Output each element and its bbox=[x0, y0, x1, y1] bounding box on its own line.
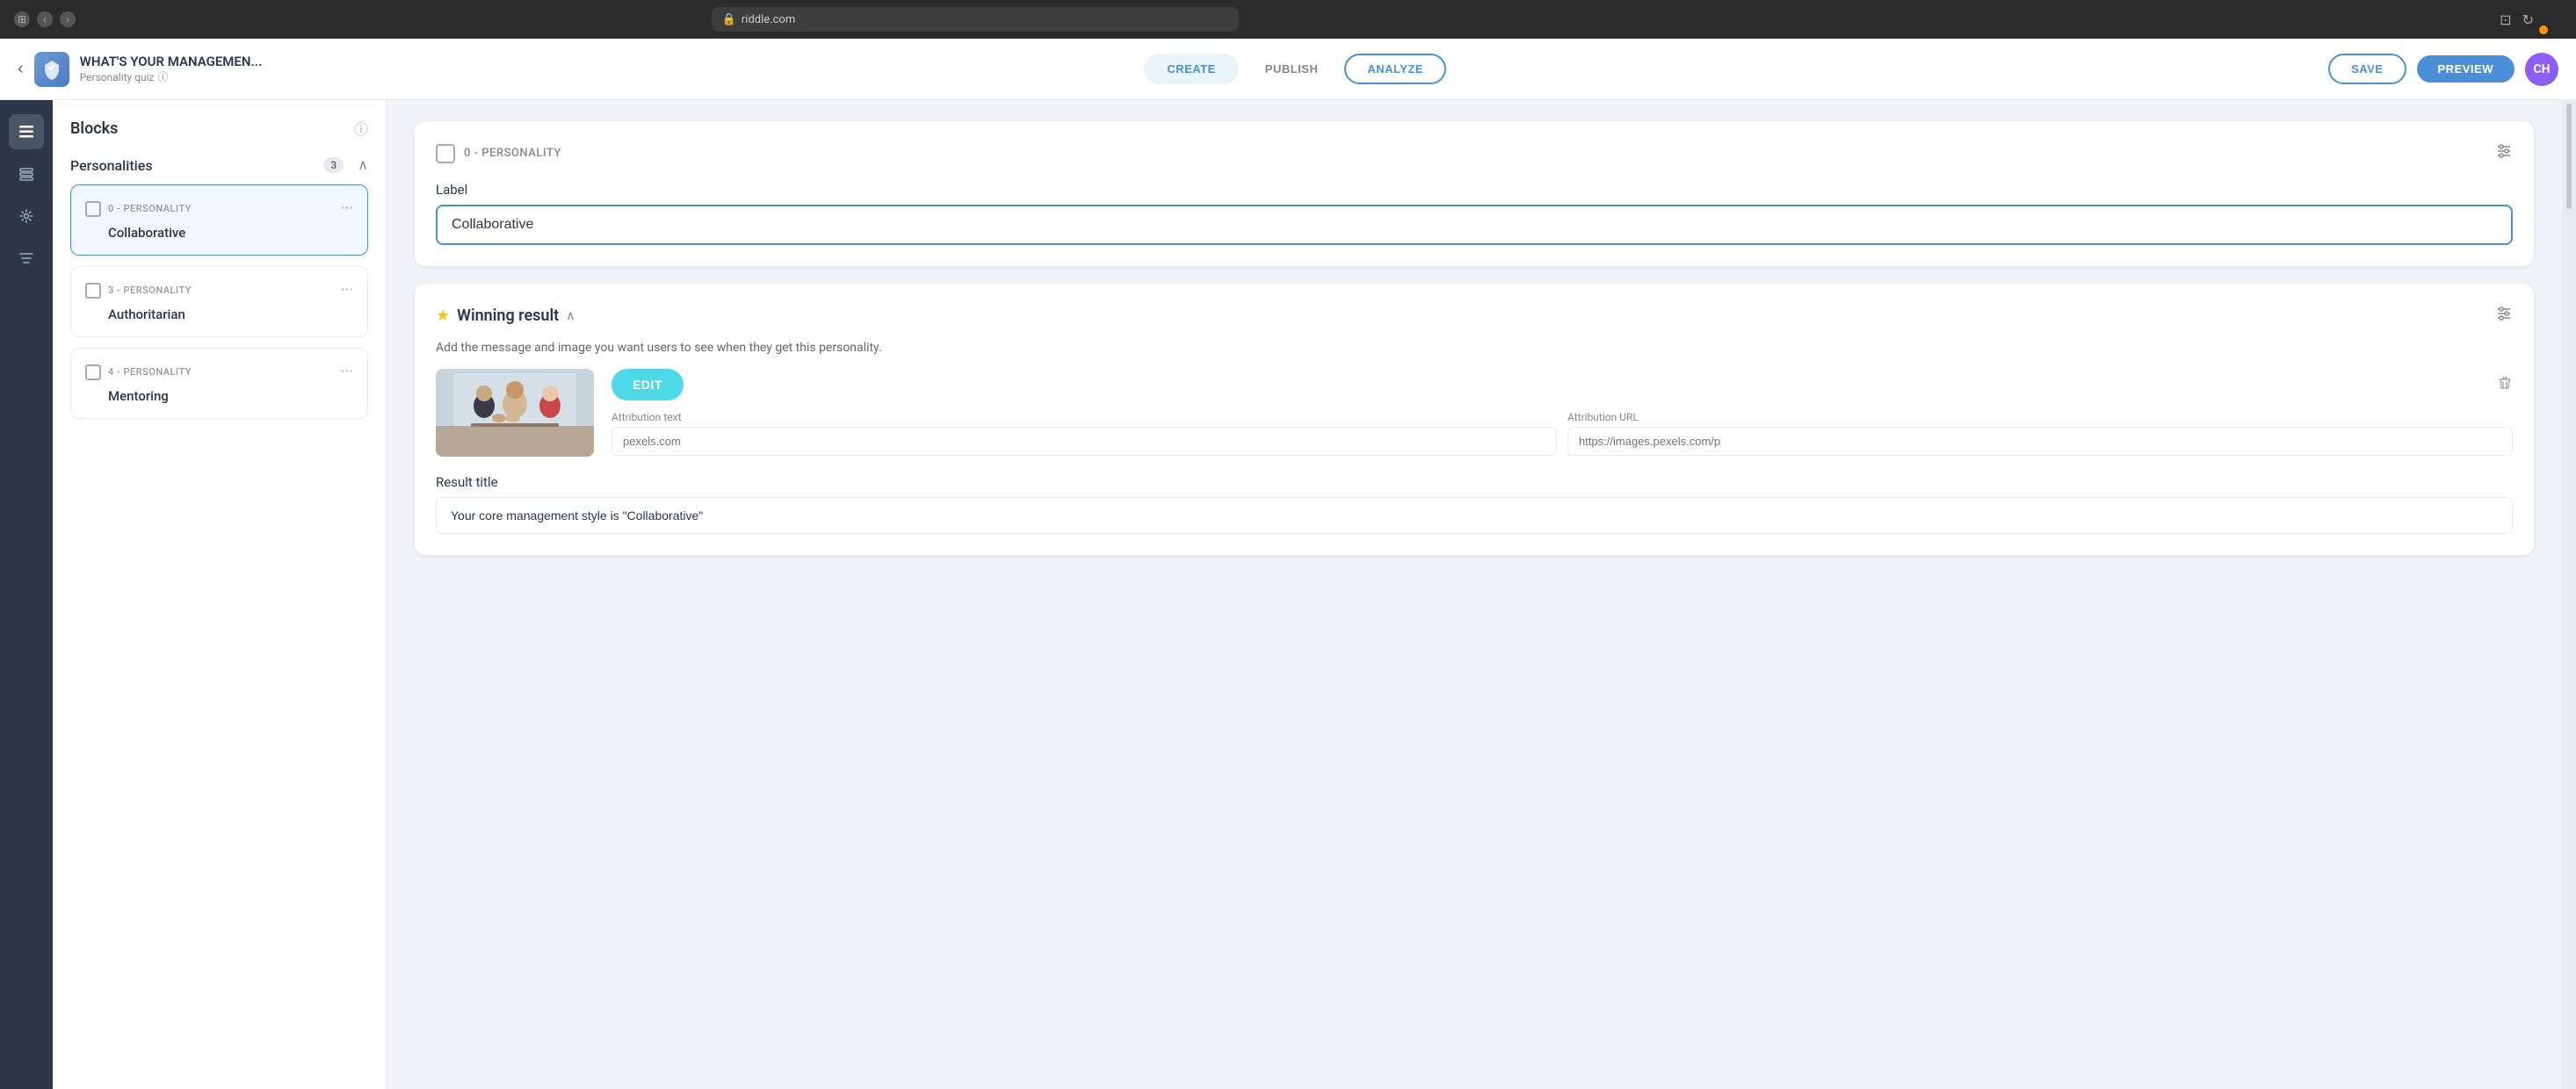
save-button[interactable]: SAVE bbox=[2328, 54, 2406, 84]
create-tab[interactable]: CREATE bbox=[1144, 54, 1238, 84]
browser-toolbar: ⊡ ↻ bbox=[2500, 11, 2534, 28]
scrollbar-thumb[interactable] bbox=[2566, 104, 2572, 209]
attribution-url-input[interactable] bbox=[1567, 427, 2513, 456]
header-title: WHAT'S YOUR MANAGEMEN... Personality qui… bbox=[80, 54, 263, 84]
card-label-mentoring: 4 - PERSONALITY bbox=[85, 364, 192, 380]
card-type-collaborative: 0 - PERSONALITY bbox=[108, 203, 192, 214]
nav-forward-btn[interactable]: › bbox=[60, 11, 76, 27]
header-nav: CREATE PUBLISH ANALYZE bbox=[1144, 54, 1446, 84]
collapse-section-button[interactable]: ∧ bbox=[358, 156, 368, 174]
sidebar-toggle-btn[interactable]: ⊞ bbox=[14, 11, 30, 27]
card-type-authoritarian: 3 - PERSONALITY bbox=[108, 285, 192, 296]
blocks-title: Blocks bbox=[70, 119, 118, 138]
card-label: 0 - PERSONALITY bbox=[85, 201, 192, 217]
app-header: ‹ WHAT'S YOUR MANAGEMEN... Personality q… bbox=[0, 39, 2576, 100]
winning-result-card: ★ Winning result ∧ Add the message and bbox=[415, 284, 2534, 555]
analyze-tab[interactable]: ANALYZE bbox=[1344, 54, 1446, 84]
block-square-icon bbox=[436, 144, 455, 163]
section-right: 3 ∧ bbox=[323, 156, 368, 174]
back-button[interactable]: ‹ bbox=[18, 59, 24, 79]
app-logo bbox=[34, 52, 69, 87]
card-header-mentoring: 4 - PERSONALITY ··· bbox=[85, 363, 353, 381]
star-icon: ★ bbox=[436, 307, 450, 325]
personality-block-card: 0 - PERSONALITY Label bbox=[415, 121, 2534, 266]
card-name-mentoring: Mentoring bbox=[85, 388, 353, 404]
winning-result-settings-icon[interactable] bbox=[2495, 305, 2513, 327]
personality-card-header: 0 - PERSONALITY bbox=[436, 142, 2513, 164]
card-square-auth-icon bbox=[85, 283, 101, 299]
winning-result-title: Winning result bbox=[457, 307, 559, 325]
avatar[interactable]: CH bbox=[2525, 53, 2558, 86]
attribution-text-label: Attribution text bbox=[611, 411, 1557, 423]
personality-card-authoritarian[interactable]: 3 - PERSONALITY ··· Authoritarian bbox=[70, 266, 368, 337]
card-name-collaborative: Collaborative bbox=[85, 225, 353, 241]
right-scrollbar bbox=[2562, 100, 2576, 1089]
card-menu-authoritarian[interactable]: ··· bbox=[341, 281, 353, 299]
sidebar-icons bbox=[0, 100, 53, 1089]
result-title-input[interactable] bbox=[436, 497, 2513, 534]
card-header-left: 0 - PERSONALITY bbox=[436, 144, 561, 163]
attribution-text-field: Attribution text bbox=[611, 411, 1557, 456]
image-section: EDIT Attribution text bbox=[436, 369, 2513, 457]
info-icon[interactable]: ⓘ bbox=[158, 69, 169, 84]
address-bar[interactable]: 🔒 riddle.com bbox=[712, 7, 1239, 32]
label-field-label: Label bbox=[436, 182, 2513, 198]
url-text: riddle.com bbox=[742, 13, 795, 26]
notification-dot bbox=[2539, 25, 2548, 34]
card-type-mentoring: 4 - PERSONALITY bbox=[108, 366, 192, 378]
blocks-info-icon[interactable]: ⓘ bbox=[354, 118, 368, 139]
publish-tab[interactable]: PUBLISH bbox=[1242, 54, 1342, 84]
card-header-collaborative: 0 - PERSONALITY ··· bbox=[85, 199, 353, 218]
card-header-authoritarian: 3 - PERSONALITY ··· bbox=[85, 281, 353, 299]
blocks-header: Blocks ⓘ bbox=[70, 118, 368, 139]
personality-label-input[interactable] bbox=[436, 205, 2513, 245]
card-name-authoritarian: Authoritarian bbox=[85, 307, 353, 322]
block-label: 0 - PERSONALITY bbox=[464, 147, 561, 160]
main-layout: Blocks ⓘ Personalities 3 ∧ 0 - PERSONALI… bbox=[0, 100, 2576, 1089]
quiz-title: WHAT'S YOUR MANAGEMEN... bbox=[80, 54, 263, 69]
sidebar-layers-icon[interactable] bbox=[9, 156, 44, 191]
browser-chrome: ⊞ ‹ › 🔒 riddle.com ⊡ ↻ bbox=[0, 0, 2576, 39]
attribution-text-input[interactable] bbox=[611, 427, 1557, 456]
personality-settings-icon[interactable] bbox=[2495, 142, 2513, 164]
card-label-auth: 3 - PERSONALITY bbox=[85, 283, 192, 299]
sidebar-blocks-icon[interactable] bbox=[9, 114, 44, 149]
attribution-url-field: Attribution URL bbox=[1567, 411, 2513, 456]
winning-result-left: ★ Winning result ∧ bbox=[436, 307, 575, 325]
personalities-section-header: Personalities 3 ∧ bbox=[70, 156, 368, 174]
winning-result-header: ★ Winning result ∧ bbox=[436, 305, 2513, 327]
winning-result-description: Add the message and image you want users… bbox=[436, 341, 2513, 355]
content-area: 0 - PERSONALITY Label bbox=[387, 100, 2562, 1089]
collapse-winning-button[interactable]: ∧ bbox=[566, 309, 575, 323]
attribution-row: Attribution text Attribution URL bbox=[611, 411, 2513, 456]
nav-back-btn[interactable]: ‹ bbox=[37, 11, 53, 27]
edit-image-button[interactable]: EDIT bbox=[611, 369, 684, 400]
card-square-mentoring-icon bbox=[85, 364, 101, 380]
sidebar-settings-icon[interactable] bbox=[9, 198, 44, 234]
header-actions: SAVE PREVIEW CH bbox=[2328, 53, 2558, 86]
card-square-icon bbox=[85, 201, 101, 217]
result-title-section: Result title bbox=[436, 474, 2513, 534]
personality-card-collaborative[interactable]: 0 - PERSONALITY ··· Collaborative bbox=[70, 184, 368, 256]
browser-nav: ⊞ ‹ › bbox=[14, 11, 76, 27]
result-image-thumbnail bbox=[436, 369, 594, 457]
personality-card-mentoring[interactable]: 4 - PERSONALITY ··· Mentoring bbox=[70, 348, 368, 419]
card-menu-mentoring[interactable]: ··· bbox=[341, 363, 353, 381]
refresh-icon[interactable]: ↻ bbox=[2522, 11, 2534, 28]
card-menu-collaborative[interactable]: ··· bbox=[341, 199, 353, 218]
preview-button[interactable]: PREVIEW bbox=[2417, 55, 2514, 83]
sidebar-filter-icon[interactable] bbox=[9, 241, 44, 276]
result-title-label: Result title bbox=[436, 474, 2513, 490]
header-left: ‹ WHAT'S YOUR MANAGEMEN... Personality q… bbox=[18, 52, 262, 87]
translate-icon[interactable]: ⊡ bbox=[2500, 11, 2511, 28]
personalities-count-badge: 3 bbox=[323, 157, 344, 173]
personalities-section-title: Personalities bbox=[70, 157, 153, 174]
blocks-panel: Blocks ⓘ Personalities 3 ∧ 0 - PERSONALI… bbox=[53, 100, 387, 1089]
quiz-subtitle: Personality quiz ⓘ bbox=[80, 69, 263, 84]
attribution-url-label: Attribution URL bbox=[1567, 411, 2513, 423]
delete-image-icon[interactable] bbox=[2497, 375, 2513, 395]
lock-icon: 🔒 bbox=[722, 13, 736, 26]
